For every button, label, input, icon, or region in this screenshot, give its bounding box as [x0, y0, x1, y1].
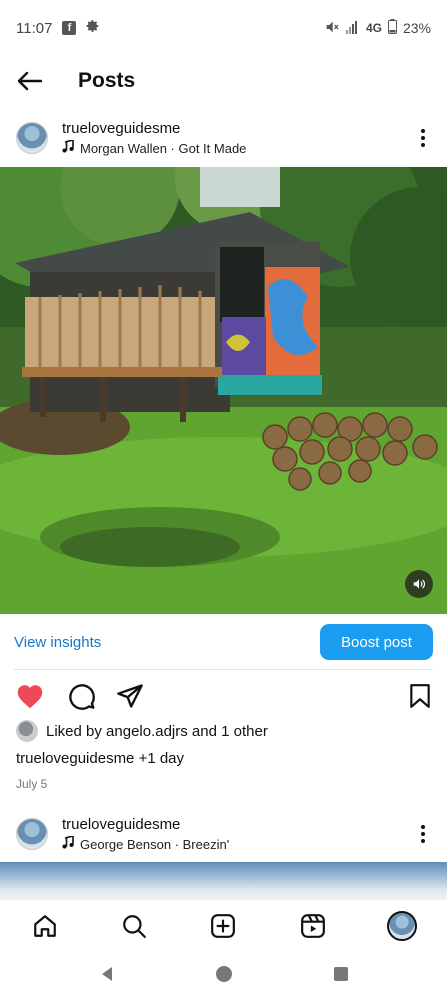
send-icon: [117, 684, 143, 708]
back-arrow-icon[interactable]: [16, 66, 46, 96]
post-caption: trueloveguidesme +1 day: [16, 750, 185, 767]
system-nav-bar: [0, 952, 447, 1000]
like-button[interactable]: [16, 683, 44, 709]
view-insights-link[interactable]: View insights: [14, 634, 101, 651]
music-note-icon: [62, 834, 74, 852]
liker-avatar: [16, 720, 38, 742]
page-title: Posts: [78, 69, 136, 92]
boost-post-button[interactable]: Boost post: [320, 624, 433, 660]
facebook-notification-icon: f: [62, 21, 77, 35]
network-type: 4G: [365, 21, 382, 35]
bookmark-icon: [410, 684, 430, 708]
insights-row: View insights Boost post: [0, 618, 447, 666]
app-header: Posts: [0, 56, 447, 106]
battery-percent: 23%: [402, 20, 431, 36]
create-icon: [211, 914, 236, 938]
nav-create[interactable]: [201, 904, 245, 948]
post-audio[interactable]: Morgan Wallen · Got It Made: [62, 138, 415, 156]
post-audio-2[interactable]: George Benson · Breezin': [62, 834, 415, 852]
reels-icon: [300, 914, 325, 938]
music-note-icon: [62, 138, 74, 156]
system-recents-icon[interactable]: [333, 966, 349, 987]
heart-filled-icon: [17, 685, 43, 709]
home-icon: [33, 915, 56, 937]
post-media-2[interactable]: [0, 862, 447, 900]
post-header: trueloveguidesme Morgan Wallen · Got It …: [0, 109, 447, 167]
profile-avatar: [387, 911, 418, 941]
post-media[interactable]: [0, 167, 447, 614]
system-home-icon[interactable]: [215, 965, 233, 988]
divider: [14, 669, 433, 670]
signal-icon: [345, 20, 360, 37]
user-avatar-2[interactable]: [16, 818, 48, 850]
post-actions: [0, 678, 447, 714]
user-avatar[interactable]: [16, 122, 48, 154]
post-username-2[interactable]: trueloveguidesme: [62, 816, 415, 833]
audio-toggle-button[interactable]: [405, 570, 433, 598]
system-back-icon[interactable]: [99, 966, 115, 987]
battery-icon: [387, 19, 397, 37]
comment-button[interactable]: [68, 682, 96, 710]
post-song-label-2: George Benson · Breezin': [80, 836, 230, 852]
comment-icon: [69, 684, 95, 710]
settings-notification-icon: [86, 19, 100, 37]
bottom-nav: [0, 900, 447, 952]
post-header-2: trueloveguidesme George Benson · Breezin…: [0, 805, 447, 863]
post-photo: [0, 167, 447, 614]
nav-profile[interactable]: [380, 904, 424, 948]
likes-text: Liked by angelo.adjrs and 1 other: [46, 722, 268, 740]
post-username[interactable]: trueloveguidesme: [62, 120, 415, 137]
speaker-icon: [413, 579, 425, 589]
nav-search[interactable]: [112, 904, 156, 948]
search-icon: [123, 915, 146, 938]
status-time: 11:07: [16, 19, 53, 37]
more-options-icon-2[interactable]: [415, 825, 431, 843]
post-song-label: Morgan Wallen · Got It Made: [80, 140, 247, 156]
mute-status-icon: [324, 19, 340, 38]
save-button[interactable]: [409, 683, 431, 709]
share-button[interactable]: [116, 683, 144, 709]
post-date: July 5: [16, 777, 48, 791]
more-options-icon[interactable]: [415, 129, 431, 147]
likes-summary[interactable]: Liked by angelo.adjrs and 1 other: [16, 720, 268, 742]
nav-reels[interactable]: [291, 904, 335, 948]
nav-home[interactable]: [23, 904, 67, 948]
status-bar: 11:07 f 4G 23%: [0, 0, 447, 56]
